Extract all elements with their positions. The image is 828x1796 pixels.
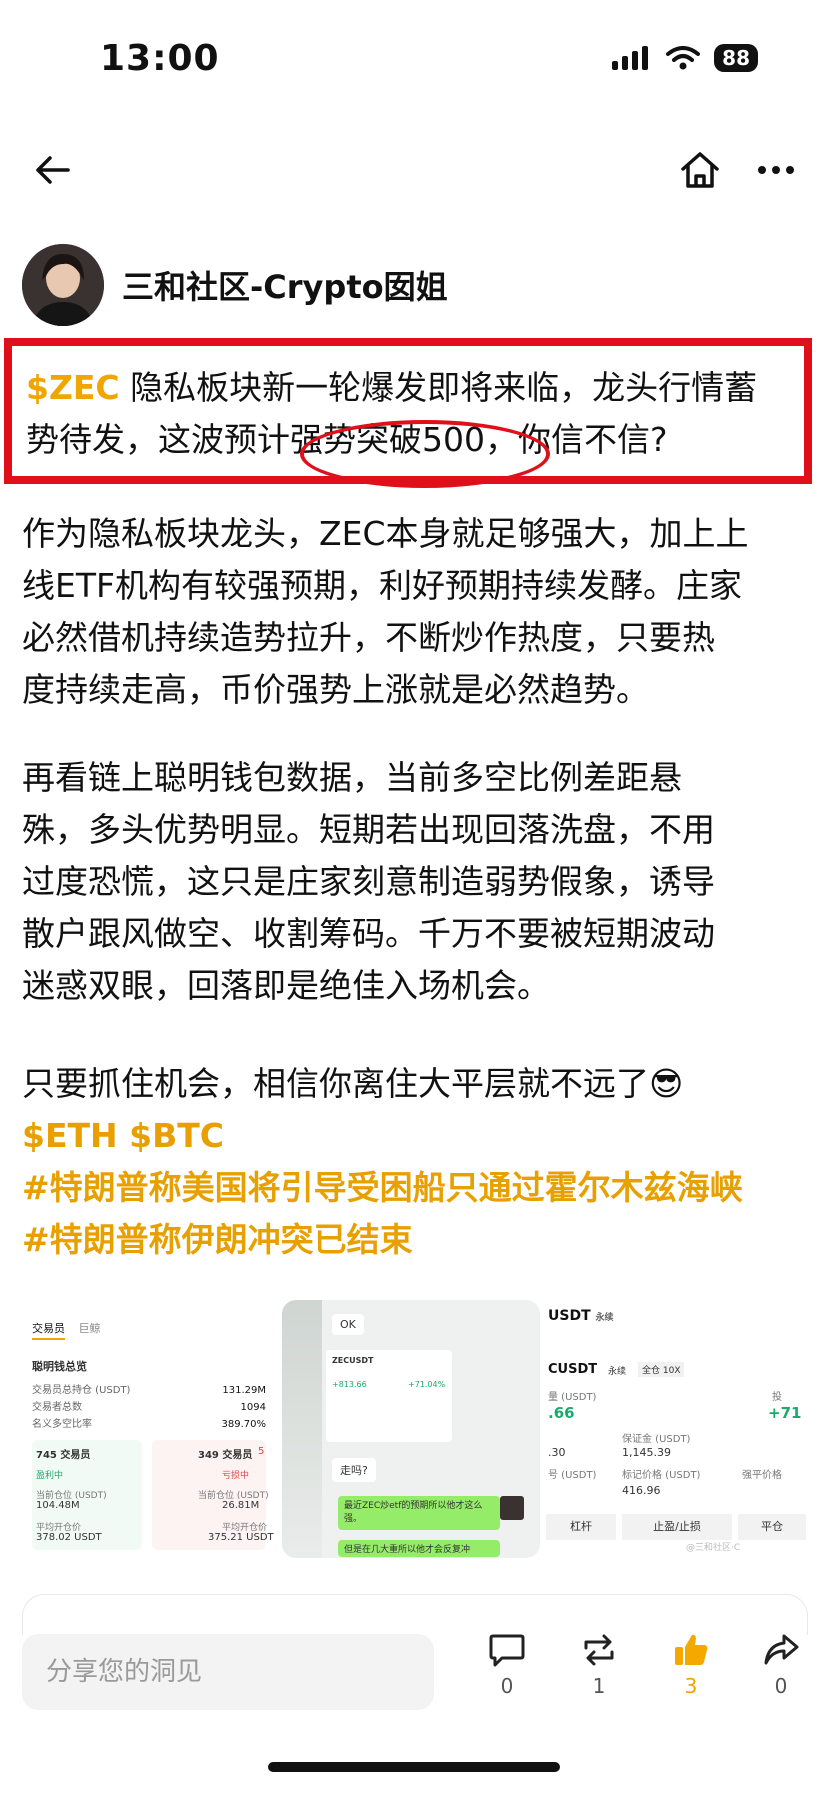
leverage-button: 杠杆 — [546, 1514, 616, 1540]
row-value: 131.29M — [222, 1385, 266, 1396]
paragraph-line: 作为隐私板块龙头，ZEC本身就足够强大，加上上 — [22, 514, 749, 553]
wifi-icon — [666, 46, 701, 70]
pair-full: CUSDT — [548, 1362, 598, 1377]
long-count: 745 交易员 — [36, 1450, 91, 1461]
tab-whales: 巨鲸 — [78, 1322, 101, 1335]
status-time: 13:00 — [100, 38, 220, 79]
paragraph-line: 必然借机持续造势拉升，不断炒作热度，只要热 — [22, 618, 715, 657]
post-image-3[interactable]: USDT 永续 CUSDT 永续 全仓 10X 量 (USDT) 投 .66 +… — [546, 1300, 806, 1558]
post-paragraph-2: 再看链上聪明钱包数据，当前多空比例差距悬 殊，多头优势明显。短期若出现回落洗盘，… — [22, 752, 810, 1012]
back-arrow-icon — [36, 156, 70, 184]
invest-label: 投 — [772, 1392, 782, 1403]
short-tag: 亏损中 — [222, 1471, 250, 1481]
cashtag-zec[interactable]: $ZEC — [26, 368, 120, 407]
repost-count: 1 — [592, 1674, 606, 1698]
status-icons: 88 — [612, 44, 758, 72]
paragraph-line: 散户跟风做空、收割筹码。千万不要被短期波动 — [22, 914, 715, 953]
margin-mode: 全仓 10X — [638, 1362, 685, 1377]
short-count: 349 交易员 — [198, 1450, 253, 1461]
liq-label: 强平价格 — [742, 1470, 782, 1481]
paragraph-line: 度持续走高，币价强势上涨就是必然趋势。 — [22, 670, 649, 709]
row-label: 名义多空比率 — [32, 1419, 92, 1430]
headline-line-1: 隐私板块新一轮爆发即将来临，龙头行情蓄 — [119, 368, 758, 407]
comment-icon — [489, 1634, 525, 1667]
smart-money-title: 聪明钱总览 — [32, 1360, 87, 1373]
chat-question: 走吗? — [332, 1458, 376, 1482]
chat-ok: OK — [332, 1314, 364, 1335]
entry-label: 号 (USDT) — [548, 1470, 597, 1481]
comment-button[interactable]: 0 — [472, 1632, 542, 1698]
pnl-right: +71 — [768, 1404, 802, 1422]
home-icon — [681, 152, 719, 188]
red-circle-annotation — [300, 420, 550, 488]
row-value: 389.70% — [221, 1419, 267, 1430]
repost-button[interactable]: 1 — [564, 1632, 634, 1698]
like-count: 3 — [684, 1674, 698, 1698]
share-input[interactable]: 分享您的洞见 — [22, 1634, 434, 1710]
back-button[interactable] — [24, 142, 80, 198]
mark-label: 标记价格 (USDT) — [622, 1470, 701, 1481]
row-label: 交易者总数 — [32, 1402, 82, 1413]
comment-card-edge — [22, 1594, 808, 1635]
trade-pair: ZECUSDT — [332, 1356, 374, 1365]
perp-header: 永续 — [595, 1313, 614, 1323]
chat-message-2: 但是在几大重所以他才会反复冲 — [338, 1540, 500, 1557]
signal-icon — [612, 46, 649, 70]
post-image-1[interactable]: 交易员 巨鲸 聪明钱总览 交易员总持仓 (USDT) 131.29M 交易者总数 1… — [22, 1300, 276, 1558]
paragraph-line: 线ETF机构有较强预期，利好预期持续发酵。庄家 — [22, 566, 742, 605]
margin-value: 1,145.39 — [622, 1446, 671, 1459]
battery-level: 88 — [714, 44, 758, 72]
author-avatar[interactable] — [22, 244, 104, 326]
comment-count: 0 — [500, 1674, 514, 1698]
share-button[interactable]: 0 — [746, 1632, 816, 1698]
share-count: 0 — [774, 1674, 788, 1698]
home-indicator — [268, 1762, 560, 1772]
row-value: 1094 — [240, 1402, 266, 1413]
post-paragraph-1: 作为隐私板块龙头，ZEC本身就足够强大，加上上 线ETF机构有较强预期，利好预期… — [22, 508, 810, 716]
pair-header: USDT — [548, 1308, 591, 1324]
paragraph-line: 过度恐慌，这只是庄家刻意制造弱势假象，诱导 — [22, 862, 715, 901]
margin-label: 保证金 (USDT) — [622, 1434, 691, 1445]
paragraph-line: 殊，多头优势明显。短期若出现回落洗盘，不用 — [22, 810, 715, 849]
long-tag: 盈利中 — [36, 1471, 64, 1481]
author-name[interactable]: 三和社区-Crypto囡姐 — [122, 262, 448, 308]
paragraph-line: 再看链上聪明钱包数据，当前多空比例差距悬 — [22, 758, 682, 797]
tab-traders: 交易员 — [32, 1322, 65, 1340]
thumbs-up-icon — [675, 1634, 708, 1665]
trade-pnl: +813.66 — [332, 1380, 367, 1389]
like-button[interactable]: 3 — [656, 1632, 726, 1698]
long-avg: 378.02 USDT — [36, 1532, 102, 1543]
post-paragraph-3: 只要抓住机会，相信你离住大平层就不远了😎 — [22, 1064, 684, 1103]
paragraph-line: 迷惑双眼，回落即是绝佳入场机会。 — [22, 966, 550, 1005]
share-arrow-icon — [764, 1634, 799, 1665]
trade-pnl-pct: +71.04% — [408, 1380, 446, 1389]
row-label: 交易员总持仓 (USDT) — [32, 1385, 131, 1396]
pnl-value: .66 — [548, 1404, 575, 1422]
close-position-button: 平仓 — [738, 1514, 806, 1540]
hashtag-1[interactable]: #特朗普称美国将引导受困船只通过霍尔木兹海峡 — [22, 1162, 822, 1214]
short-pos: 26.81M — [222, 1500, 260, 1511]
tpsl-button: 止盈/止损 — [622, 1514, 732, 1540]
entry-partial: .30 — [548, 1446, 566, 1459]
chat-message: 最近ZEC炒etf的预期所以他才这么强。 — [338, 1496, 500, 1530]
post-image-2[interactable]: OK ZECUSDT +813.66 +71.04% 走吗? 最近ZEC炒etf… — [282, 1300, 540, 1558]
long-pos: 104.48M — [36, 1500, 80, 1511]
size-label: 量 (USDT) — [548, 1392, 597, 1403]
short-badge: 5 — [258, 1446, 265, 1457]
short-avg: 375.21 USDT — [208, 1532, 274, 1543]
home-button[interactable] — [672, 142, 728, 198]
hashtag-2[interactable]: #特朗普称伊朗冲突已结束 — [22, 1214, 822, 1266]
watermark: @三和社区·C — [686, 1543, 741, 1553]
repost-icon — [584, 1634, 614, 1666]
mark-value: 416.96 — [622, 1484, 661, 1497]
more-dots-icon — [758, 166, 794, 174]
perp-label: 永续 — [608, 1367, 627, 1377]
cashtags-line[interactable]: $ETH $BTC — [22, 1110, 822, 1162]
more-button[interactable] — [748, 142, 804, 198]
